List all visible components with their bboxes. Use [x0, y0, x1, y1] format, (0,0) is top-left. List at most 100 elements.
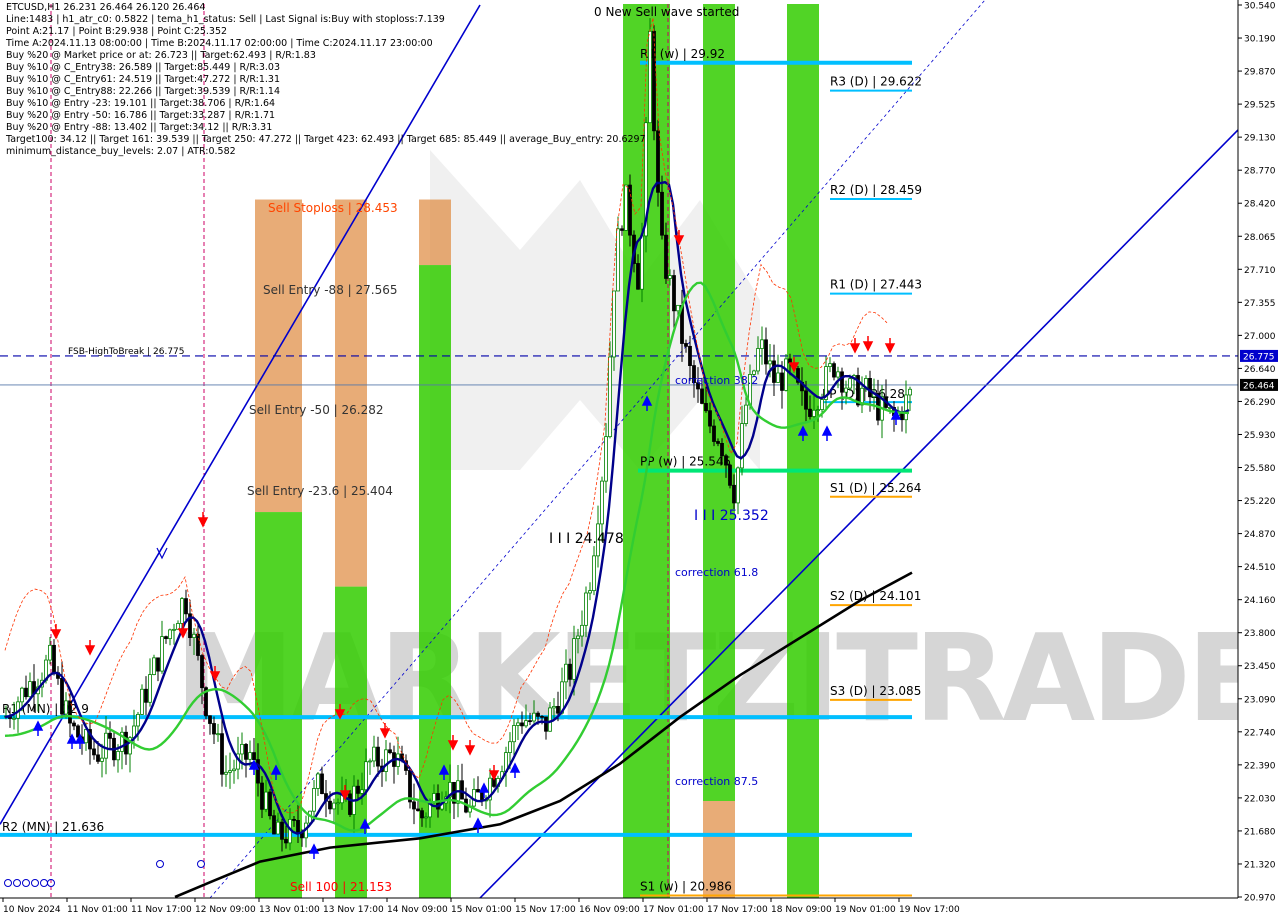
y-tick-label: 24.510 [1244, 563, 1276, 573]
candle-body [764, 339, 768, 365]
y-tick-label: 22.740 [1244, 728, 1276, 738]
candle-body [160, 636, 164, 672]
candle-body [812, 409, 816, 417]
candle-body [804, 390, 808, 410]
candle-body [732, 484, 736, 504]
candle-body [320, 773, 324, 795]
candle-body [808, 408, 812, 417]
candle-body [780, 372, 784, 391]
candle-body [100, 757, 104, 762]
candle-body [180, 598, 184, 624]
candle-body [536, 712, 540, 717]
candle-body [724, 455, 728, 466]
candle-body [712, 425, 716, 442]
candle-body [528, 720, 532, 723]
candle-body [208, 715, 212, 724]
chart-annotation: I I I 24.478 [549, 531, 624, 547]
candle-body [660, 191, 664, 236]
info-line: Buy %10 @ C_Entry38: 26.589 || Target:85… [6, 62, 281, 73]
candle-body [28, 681, 32, 698]
chart-annotation: I I I 25.352 [694, 508, 769, 524]
candle-body [192, 633, 196, 639]
candle-body [828, 363, 832, 368]
candle-body [424, 816, 428, 819]
candle-body [152, 657, 156, 675]
candle-body [412, 801, 416, 810]
y-tick-label: 20.970 [1244, 894, 1276, 904]
candle-body [196, 633, 200, 656]
candle-body [572, 638, 576, 680]
candle-body [704, 403, 708, 412]
candle-body [240, 743, 244, 755]
level-label: S1 (w) | 20.986 [640, 880, 732, 894]
orange-band [335, 199, 367, 587]
chart-annotation: Sell 100 | 21.153 [290, 880, 392, 894]
candle-body [48, 644, 52, 661]
candle-body [168, 629, 172, 640]
candle-body [664, 234, 668, 279]
candle-body [328, 800, 332, 810]
y-tick-label: 25.580 [1244, 464, 1276, 474]
x-tick-label: 16 Nov 09:00 [579, 905, 640, 915]
candle-body [260, 782, 264, 810]
candle-body [608, 356, 612, 438]
y-tick-label: 21.320 [1244, 860, 1276, 870]
y-tick-label: 21.680 [1244, 827, 1276, 837]
candle-body [376, 746, 380, 767]
x-tick-label: 10 Nov 2024 [3, 905, 61, 915]
candle-body [640, 235, 644, 290]
candle-body [252, 752, 256, 761]
candle-body [544, 716, 548, 732]
info-line: Buy %20 @ Entry -50: 16.786 || Target:33… [6, 110, 276, 121]
candle-body [516, 722, 520, 726]
candle-body [108, 732, 112, 739]
candle-body [420, 810, 424, 819]
candle-body [636, 263, 640, 290]
x-tick-label: 12 Nov 09:00 [195, 905, 256, 915]
y-tick-label: 23.090 [1244, 695, 1276, 705]
chart-annotation: correction 87.5 [675, 775, 758, 788]
candle-body [760, 339, 764, 349]
y-tick-label: 29.870 [1244, 68, 1276, 78]
y-tick-label: 25.220 [1244, 497, 1276, 507]
chart-annotation: Sell Stoploss | 28.453 [268, 201, 398, 215]
x-tick-label: 14 Nov 09:00 [387, 905, 448, 915]
candle-body [364, 761, 368, 791]
x-tick-label: 15 Nov 01:00 [451, 905, 512, 915]
y-tick-label: 29.525 [1244, 101, 1276, 111]
green-band [787, 4, 819, 898]
info-line: Buy %20 @ Entry -88: 13.402 || Target:34… [6, 122, 273, 133]
candle-body [276, 821, 280, 835]
y-tick-label: 28.065 [1244, 233, 1276, 243]
candle-body [480, 791, 484, 801]
candle-body [172, 628, 176, 631]
candle-body [676, 304, 680, 312]
candle-body [356, 785, 360, 794]
candle-body [144, 688, 148, 703]
candle-body [336, 802, 340, 805]
chart-annotation: correction 38.2 [675, 374, 758, 387]
candle-body [576, 635, 580, 640]
candle-body [84, 729, 88, 744]
candle-body [564, 663, 568, 683]
price-badge-label: 26.775 [1243, 352, 1275, 362]
candle-body [592, 555, 596, 592]
candle-body [72, 722, 76, 727]
y-tick-label: 27.710 [1244, 266, 1276, 276]
x-tick-label: 18 Nov 09:00 [771, 905, 832, 915]
candle-body [624, 184, 628, 231]
candle-body [628, 184, 632, 236]
candle-body [720, 442, 724, 457]
candle-body [164, 636, 168, 640]
candle-body [64, 700, 68, 715]
candle-body [772, 360, 776, 383]
level-label: R1 (D) | 27.443 [830, 278, 922, 292]
y-tick-label: 27.355 [1244, 299, 1276, 309]
candle-body [520, 722, 524, 727]
y-tick-label: 28.420 [1244, 200, 1276, 210]
candle-body [292, 818, 296, 821]
x-tick-label: 17 Nov 17:00 [707, 905, 768, 915]
candle-body [648, 30, 652, 124]
candle-body [284, 838, 288, 844]
info-line: Line:1483 | h1_atr_c0: 0.5822 | tema_h1_… [6, 14, 445, 25]
